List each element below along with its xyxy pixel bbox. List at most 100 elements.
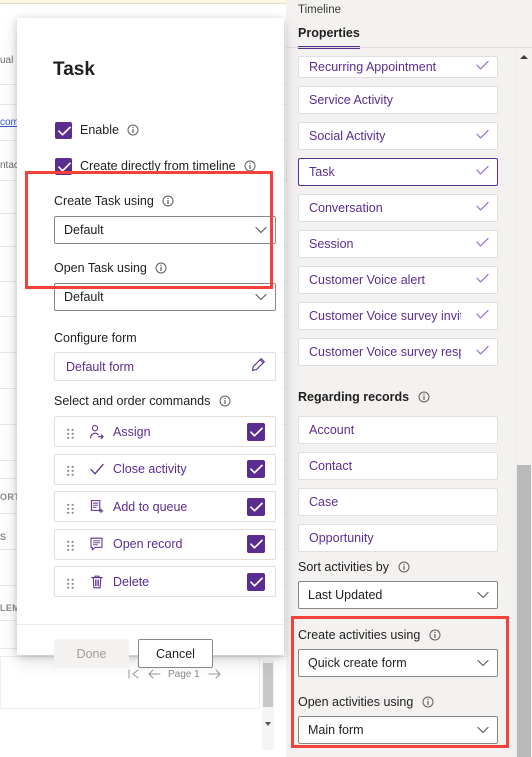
regarding-record-card[interactable]: Case [298,488,498,516]
regarding-record-card[interactable]: Opportunity [298,524,498,552]
create-directly-checkbox[interactable] [55,158,72,175]
activity-entity-card[interactable]: Service Activity [298,86,498,114]
properties-scrollbar-thumb[interactable] [517,465,531,757]
regarding-record-label: Account [309,423,355,437]
properties-scroll-area: Recurring Appointment Service Activity Soc… [286,44,518,757]
activity-entity-card[interactable]: Recurring Appointment [298,56,498,78]
activity-entity-label: Customer Voice alert [309,273,426,287]
sort-activities-dropdown[interactable]: Last Updated [298,581,498,609]
chevron-down-icon [255,288,267,306]
background-text: S [0,532,7,542]
info-icon[interactable] [244,160,256,177]
add-to-queue-icon [89,499,105,515]
open-activities-value: Main form [308,723,364,737]
info-icon[interactable] [422,696,434,711]
checkmark-icon [89,461,105,477]
open-task-using-dropdown[interactable]: Default [54,283,276,311]
done-button[interactable]: Done [54,639,129,668]
command-row[interactable]: Delete [54,566,276,597]
activity-entity-card[interactable]: Session [298,230,498,258]
info-icon[interactable] [418,391,430,406]
regarding-records-section-label: Regarding records [298,390,430,406]
configure-form-label: Configure form [54,331,137,345]
chevron-down-icon [255,221,267,239]
create-task-using-label: Create Task using [54,194,174,210]
command-label: Close activity [113,462,187,476]
configure-form-card[interactable]: Default form [54,352,276,381]
drag-handle-icon[interactable] [67,576,74,589]
info-icon[interactable] [155,262,167,277]
open-record-icon [89,536,105,552]
regarding-record-card[interactable]: Contact [298,452,498,480]
drag-handle-icon[interactable] [67,501,74,514]
command-label: Add to queue [113,499,188,514]
regarding-records-label-text: Regarding records [298,390,410,404]
checkmark-icon [476,309,489,323]
background-topbar [0,0,286,4]
background-scroll-down-arrow-icon[interactable] [265,714,271,726]
next-page-icon[interactable] [208,669,221,682]
command-row[interactable]: Close activity [54,453,276,485]
activity-entity-label: Task [309,165,335,179]
info-icon[interactable] [219,395,231,410]
checkmark-icon [476,129,489,143]
info-icon[interactable] [398,561,410,576]
command-checkbox[interactable] [247,572,265,591]
selection-callout-arrow-icon [286,161,287,183]
info-icon[interactable] [127,124,139,141]
info-icon[interactable] [429,629,441,644]
checkmark-icon [476,201,489,215]
create-activities-dropdown[interactable]: Quick create form [298,649,498,677]
sort-activities-label-text: Sort activities by [298,560,390,574]
drag-handle-icon[interactable] [67,539,74,551]
activity-entity-label: Customer Voice survey invite [309,309,461,323]
background-list-scrollbar-thumb[interactable] [263,663,273,707]
activity-entity-card[interactable]: Social Activity [298,122,498,150]
drag-handle-icon[interactable] [67,426,74,439]
pagination-controls: Page 1 [0,657,260,695]
open-activities-label: Open activities using [298,695,434,711]
activity-entity-card[interactable]: Customer Voice alert [298,266,498,294]
command-checkbox[interactable] [247,497,265,516]
command-checkbox[interactable] [247,460,265,478]
activity-entity-card[interactable]: Customer Voice survey invite [298,302,498,330]
command-label: Delete [113,574,150,589]
open-activities-dropdown[interactable]: Main form [298,716,498,744]
activity-entity-card[interactable]: Conversation [298,194,498,222]
first-page-icon[interactable] [128,669,139,682]
select-order-commands-label-text: Select and order commands [54,394,211,408]
enable-label-text: Enable [80,123,119,137]
pencil-icon[interactable] [251,357,266,377]
previous-page-icon[interactable] [148,669,161,682]
activity-entity-card[interactable]: Customer Voice survey response [298,338,498,366]
screenshot-root: { "background": { "fragments": [ {"text"… [0,0,532,757]
background-text: ual [0,55,14,66]
create-task-using-dropdown[interactable]: Default [54,216,276,244]
enable-checkbox[interactable] [55,122,72,139]
command-checkbox[interactable] [247,535,265,553]
dialog-title: Task [53,59,95,80]
trash-icon [89,574,105,590]
task-settings-dialog: Task Enable Create directly from timelin… [17,18,284,668]
cancel-button[interactable]: Cancel [138,639,213,668]
regarding-record-label: Opportunity [309,531,374,545]
command-row[interactable]: Assign [54,416,276,447]
command-row[interactable]: Open record [54,528,276,560]
regarding-record-card[interactable]: Account [298,416,498,444]
chevron-down-icon [477,654,489,672]
activity-entity-label: Social Activity [309,129,386,143]
checkmark-icon [476,165,489,179]
open-activities-label-text: Open activities using [298,695,414,709]
chevron-down-icon [477,721,489,739]
command-row[interactable]: Add to queue [54,491,276,522]
checkmark-icon [476,345,489,359]
open-task-using-label-text: Open Task using [54,261,147,275]
info-icon[interactable] [162,195,174,210]
command-checkbox[interactable] [247,422,265,441]
activity-entity-card[interactable]: Task [298,158,498,186]
sort-activities-label: Sort activities by [298,560,410,576]
configure-form-value: Default form [66,359,135,374]
tab-properties[interactable]: Properties [298,26,360,44]
scroll-up-arrow-icon[interactable] [517,50,531,64]
drag-handle-icon[interactable] [67,464,74,476]
